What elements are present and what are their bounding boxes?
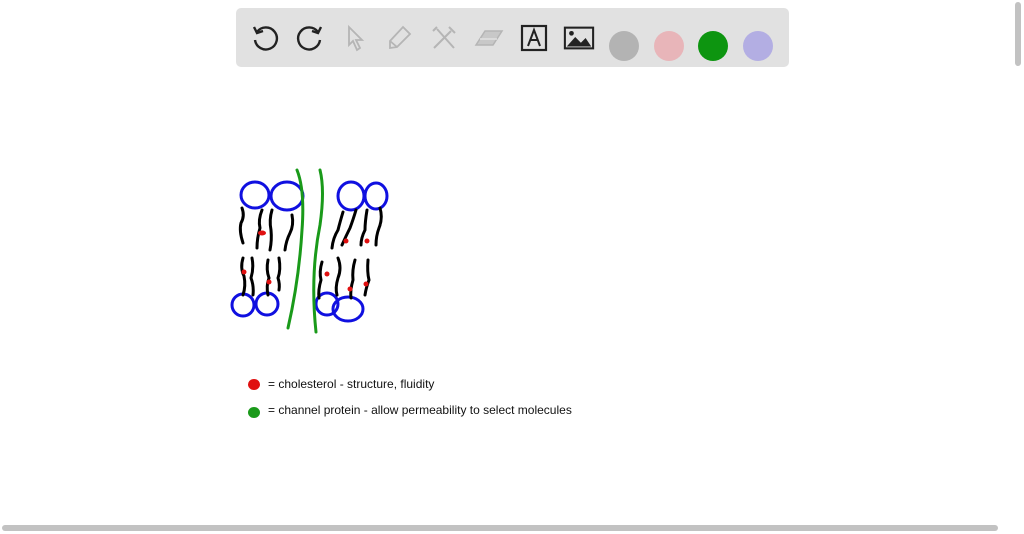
lipid-tail [249, 256, 255, 297]
legend-label: = channel protein - allow permeability t… [268, 402, 572, 417]
lipid-tail [265, 258, 271, 297]
cholesterol-dot [343, 238, 349, 244]
legend-channel-protein: = channel protein - allow permeability t… [248, 401, 572, 418]
green-dot-icon [248, 407, 260, 418]
phospholipid-head [230, 292, 256, 318]
phospholipid-tails [238, 206, 383, 300]
vertical-scroll-thumb[interactable] [1015, 2, 1021, 66]
cholesterol-dot [266, 279, 272, 285]
lipid-tail [238, 206, 245, 245]
horizontal-scroll-thumb[interactable] [2, 525, 998, 531]
legend-cholesterol: = cholesterol - structure, fluidity [248, 377, 434, 391]
lipid-tail [268, 208, 274, 252]
lipid-tail [334, 256, 342, 297]
lipid-tail [276, 256, 282, 292]
lipid-tail [317, 260, 324, 300]
drawing-canvas[interactable] [0, 0, 1024, 534]
horizontal-scrollbar[interactable] [0, 524, 1014, 532]
cholesterol-dots [241, 230, 370, 292]
cholesterol-dot [241, 269, 247, 275]
vertical-scrollbar[interactable] [1014, 0, 1022, 520]
lipid-tail [283, 213, 295, 252]
channel-protein-line [286, 168, 305, 330]
phospholipid-head [269, 180, 305, 212]
phospholipid-heads [230, 180, 389, 323]
cholesterol-dot [363, 281, 369, 287]
phospholipid-head [363, 181, 389, 211]
legend-label: = cholesterol - structure, fluidity [268, 377, 435, 391]
phospholipid-head [336, 180, 366, 212]
red-dot-icon [248, 378, 260, 390]
cholesterol-dot [347, 286, 353, 292]
lipid-tail [330, 210, 345, 250]
cholesterol-dot [364, 238, 370, 244]
cholesterol-dot [258, 230, 266, 236]
lipid-tail [255, 208, 264, 250]
phospholipid-head [239, 180, 271, 210]
lipid-tail [363, 258, 371, 297]
cholesterol-dot [324, 271, 330, 277]
lipid-tail [374, 206, 383, 247]
lipid-tail [349, 258, 357, 300]
phospholipid-head [254, 291, 280, 317]
lipid-tail [240, 256, 247, 297]
